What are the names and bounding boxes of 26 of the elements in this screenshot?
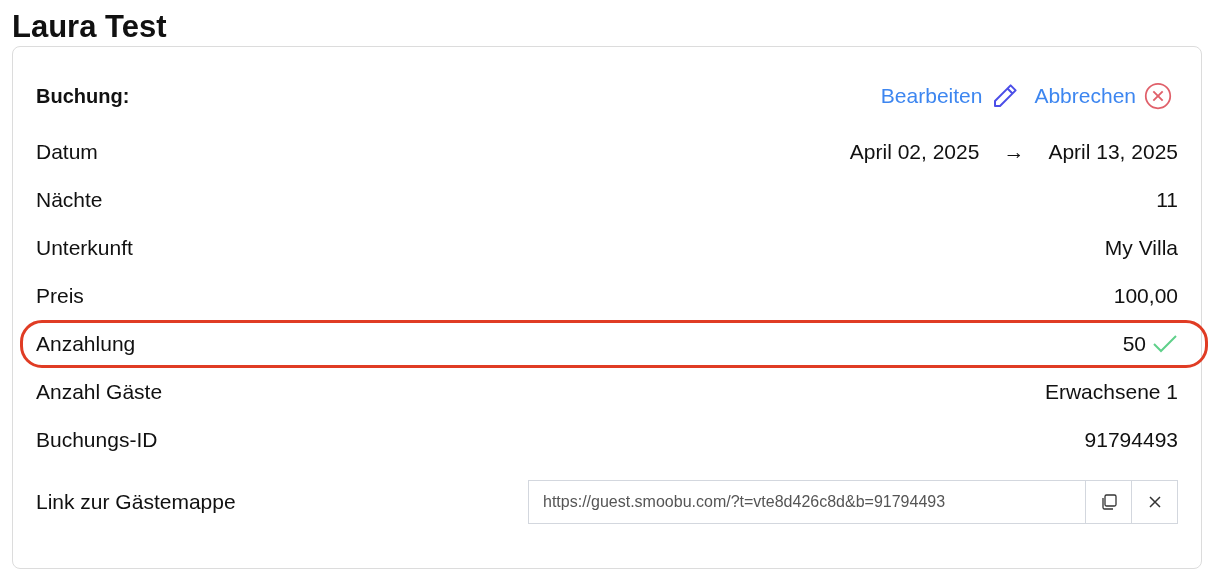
field-label: Unterkunft [36, 236, 133, 260]
cancel-link[interactable]: Abbrechen [1034, 84, 1136, 108]
close-icon [1147, 494, 1162, 509]
link-field[interactable]: https://guest.smoobu.com/?t=vte8d426c8d&b=91794493 [528, 479, 1178, 524]
field-label: Nächte [36, 188, 103, 212]
field-label: Link zur Gästemappe [36, 489, 236, 514]
edit-link[interactable]: Bearbeiten [880, 84, 983, 108]
guest-name-title: Laura Test [12, 8, 168, 46]
field-value: 50 [1122, 332, 1146, 356]
field-value: Erwachsene 1 [1044, 380, 1178, 404]
field-label: Datum [36, 140, 98, 164]
start-date: April 02, 2025 [849, 140, 980, 164]
field-value: 100,00 [1113, 284, 1178, 308]
field-label: Preis [36, 284, 84, 308]
field-value: 91794493 [1084, 428, 1178, 452]
field-label: Anzahlung [36, 332, 136, 356]
field-value: 11 [1156, 188, 1178, 212]
field-value: My Villa [1104, 236, 1178, 260]
arrow-text: → [1003, 140, 1025, 164]
close-circle-icon[interactable] [1144, 82, 1172, 110]
end-date: April 13, 2025 [1048, 140, 1178, 164]
link-url: https://guest.smoobu.com/?t=vte8d426c8d&b=91794493 [542, 491, 947, 512]
field-label: Buchungs-ID [36, 428, 158, 452]
field-label: Anzahl Gäste [36, 380, 163, 404]
copy-icon [1099, 492, 1118, 511]
section-heading: Buchung: [36, 84, 130, 108]
